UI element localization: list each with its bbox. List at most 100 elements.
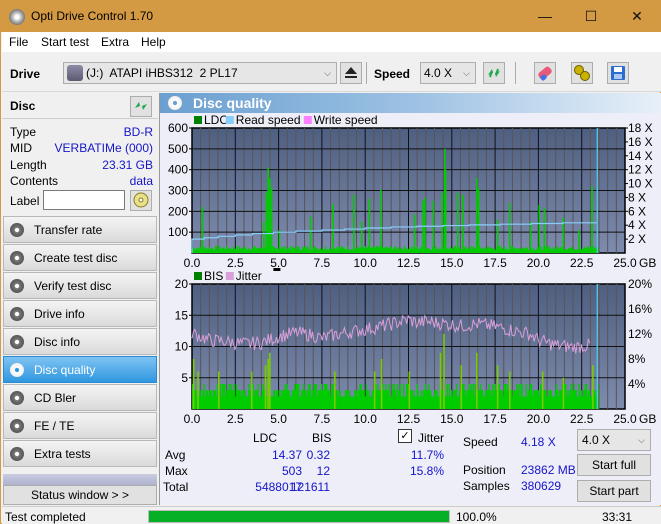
nav-disc-quality[interactable]: Disc quality [3, 356, 157, 383]
disc-quality-panel: Disc quality LDC Read speed Write speed 100… [159, 93, 661, 505]
speed-select[interactable]: 4.0 X ⌵ [420, 62, 476, 84]
disc-icon [10, 447, 24, 461]
maximize-button[interactable]: ☐ [568, 1, 614, 32]
nav-transfer-rate[interactable]: Transfer rate [3, 216, 157, 243]
ldc-spike [269, 178, 271, 253]
refresh-button[interactable] [483, 62, 505, 84]
drive-select[interactable]: (J:) ATAPI iHBS312 2 PL17 ⌵ [63, 62, 337, 84]
status-bar: Test completed 100.0% 33:31 [2, 506, 661, 524]
nav-create-test-disc[interactable]: Create test disc [3, 244, 157, 271]
test-speed-select[interactable]: 4.0 X ⌵ [577, 429, 651, 451]
minimize-button[interactable]: — [522, 1, 568, 32]
start-full-button[interactable]: Start full [577, 454, 651, 476]
y-right-tick-label: 8% [628, 352, 646, 366]
menu-file[interactable]: File [9, 35, 28, 49]
floppy-disk-icon [611, 66, 625, 80]
ldc-spike [201, 207, 204, 253]
nav-disc-info[interactable]: Disc info [3, 328, 157, 355]
nav-label: Transfer rate [34, 223, 103, 237]
x-tick-label: 22.5 [570, 256, 594, 270]
x-tick-label: 15.0 [440, 412, 464, 426]
total-label: Total [163, 480, 189, 494]
gears-icon [574, 65, 590, 81]
y-right-tick-label: 16 X [628, 135, 653, 149]
menu-extra[interactable]: Extra [101, 35, 129, 49]
bis-spike [192, 359, 195, 409]
x-tick-label: 0.0 [184, 412, 201, 426]
bis-spike [460, 365, 463, 409]
disc-type-row: Type BD-R [10, 125, 153, 141]
y-left-tick-label: 300 [168, 184, 188, 198]
menu-help[interactable]: Help [141, 35, 166, 49]
nav-label: Extra tests [34, 447, 91, 461]
ldc-spike [413, 214, 416, 253]
disc-icon [10, 251, 24, 265]
disc-icon [10, 419, 24, 433]
nav-verify-test-disc[interactable]: Verify test disc [3, 272, 157, 299]
close-button[interactable]: ✕ [614, 1, 660, 32]
disc-quality-icon [168, 96, 182, 110]
ldc-spike [462, 194, 464, 253]
type-key: Type [10, 125, 37, 139]
ldc-spike [270, 188, 273, 253]
x-tick-label: 7.5 [314, 256, 331, 270]
legend-label: Read speed [236, 113, 301, 127]
menu-start-test[interactable]: Start test [41, 35, 89, 49]
save-button[interactable] [607, 62, 629, 84]
y-right-tick-label: 18 X [628, 121, 653, 135]
drive-label: Drive [10, 67, 41, 81]
nav-label: Disc quality [34, 363, 96, 377]
bis-spike [197, 371, 199, 409]
nav-cd-bler[interactable]: CD Bler [3, 384, 157, 411]
ldc-spike [353, 194, 355, 253]
label-key: Label [10, 194, 40, 208]
mid-value: VERBATIMe (000) [54, 141, 153, 155]
x-tick-label: 12.5 [397, 412, 421, 426]
y-left-tick-label: 10 [175, 340, 189, 354]
bis-spike [541, 371, 544, 409]
status-window-button[interactable]: Status window > > [3, 485, 157, 505]
speed-stat-value: 4.18 X [521, 435, 556, 449]
ldc-spike [424, 197, 426, 253]
ldc-spike [278, 230, 281, 253]
legend-label: Jitter [236, 269, 262, 283]
bis-spike [380, 359, 383, 409]
nav-fe-te[interactable]: FE / TE [3, 412, 157, 439]
jitter-checkbox[interactable]: ✓ [398, 429, 412, 443]
start-part-button[interactable]: Start part [577, 480, 651, 502]
y-left-tick-label: 15 [175, 308, 189, 322]
nav-drive-info[interactable]: Drive info [3, 300, 157, 327]
label-input[interactable] [43, 190, 125, 210]
erase-button[interactable] [534, 62, 556, 84]
ldc-spike [456, 192, 459, 253]
position-label: Position [463, 463, 506, 477]
disc-refresh-button[interactable] [130, 96, 152, 117]
ldc-spike [591, 186, 593, 253]
label-disc-button[interactable] [130, 190, 152, 211]
avg-jitter: 11.7% [410, 448, 444, 462]
refresh-arrows-icon [135, 102, 147, 110]
ldc-spike [508, 203, 511, 253]
max-bis: 12 [316, 464, 330, 478]
y-left-tick-label: 200 [168, 204, 188, 218]
eject-button[interactable] [340, 62, 362, 84]
y-left-tick-label: 600 [168, 121, 188, 135]
disc-icon [10, 363, 24, 377]
samples-label: Samples [463, 479, 510, 493]
y-left-tick-label: 400 [168, 163, 188, 177]
nav-label: Verify test disc [34, 279, 112, 293]
bis-spike [508, 371, 511, 409]
bis-spike [334, 371, 336, 409]
drive-icon [67, 65, 83, 81]
x-tick-label: 17.5 [483, 412, 507, 426]
legend-swatch [225, 116, 234, 124]
nav-extra-tests[interactable]: Extra tests [3, 440, 157, 467]
col-bis-header: BIS [312, 431, 332, 445]
y-left-tick-label: 5 [181, 371, 188, 385]
disc-icon [10, 307, 24, 321]
disc-icon [10, 391, 24, 405]
bis-spike [217, 371, 220, 409]
settings-button[interactable] [571, 62, 593, 84]
x-tick-label: 25.0 [613, 256, 637, 270]
nav-label: CD Bler [34, 391, 77, 405]
